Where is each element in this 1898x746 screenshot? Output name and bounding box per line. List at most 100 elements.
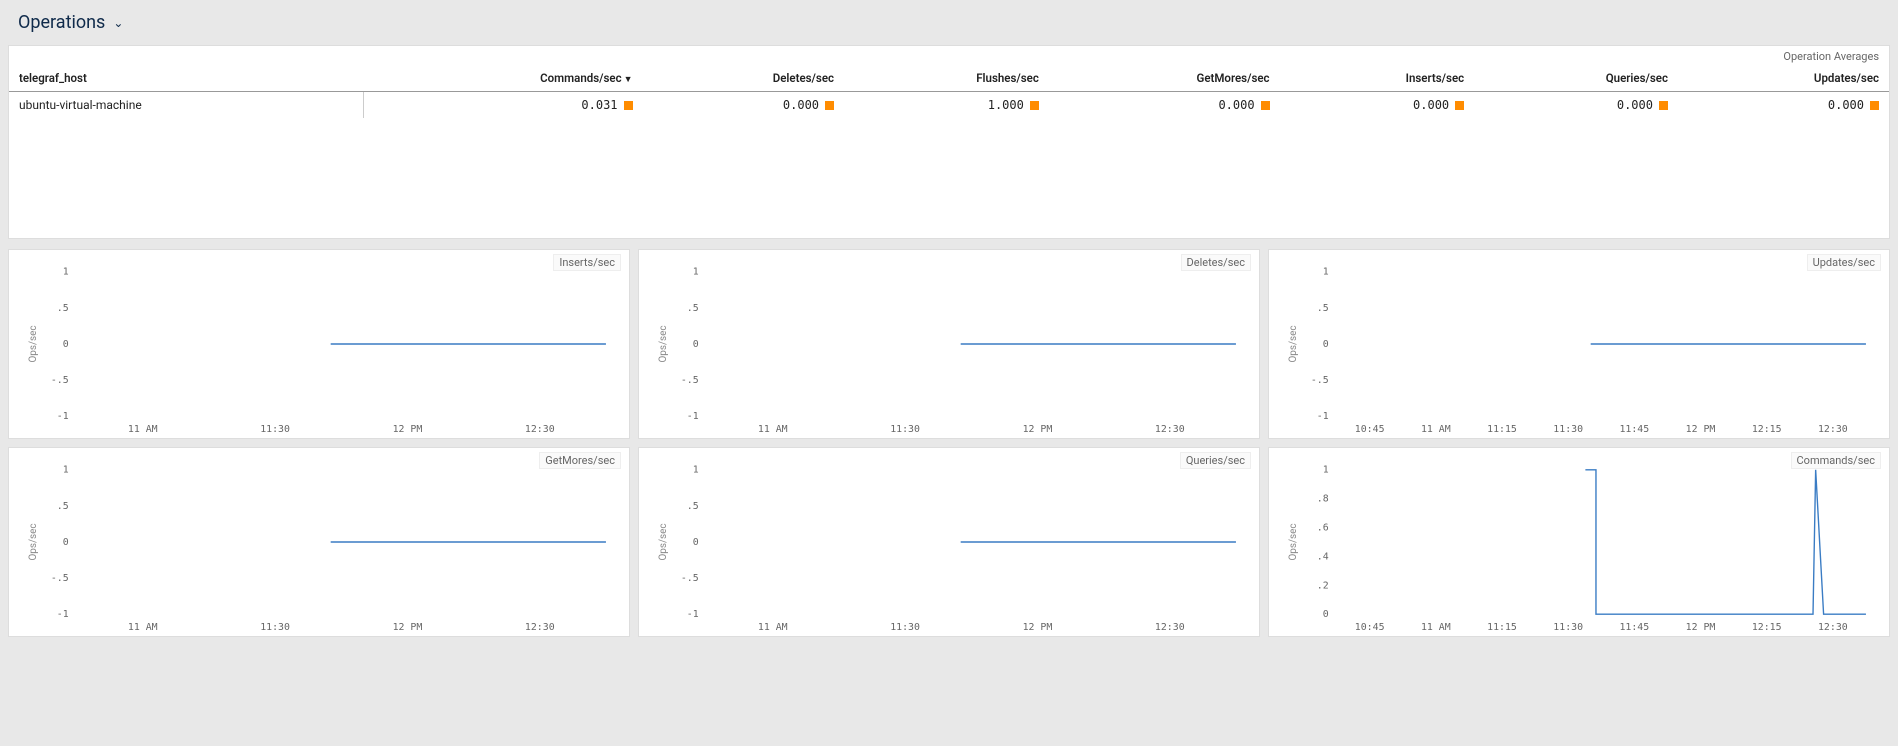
chart-title: Commands/sec <box>1791 452 1881 469</box>
y-tick-label: 0 <box>1323 609 1329 620</box>
chart-title: GetMores/sec <box>539 452 621 469</box>
x-tick-label: 11:30 <box>890 424 920 435</box>
data-series-line <box>1585 470 1866 614</box>
y-tick-label: .2 <box>1317 580 1329 591</box>
chart-card[interactable]: Deletes/secOps/sec-1-.50.5111 AM11:3012 … <box>638 249 1260 439</box>
y-tick-label: -1 <box>57 411 69 422</box>
y-tick-label: -.5 <box>51 573 69 584</box>
y-tick-label: .5 <box>1317 303 1329 314</box>
x-tick-label: 12:15 <box>1752 622 1782 633</box>
column-header[interactable]: Flushes/sec <box>844 65 1049 92</box>
charts-grid: Inserts/sec Ops/sec -1 -.5 0 .5 1 11 AM 11:30 12 … <box>0 249 1898 645</box>
chart-card[interactable]: Updates/secOps/sec-1-.50.5110:4511 AM11:… <box>1268 249 1890 439</box>
chart-title: Queries/sec <box>1180 452 1251 469</box>
chart-card[interactable]: Inserts/secOps/sec-1-.50.5111 AM11:3012 … <box>8 249 630 439</box>
chart-card[interactable]: Commands/secOps/sec0.2.4.6.8110:4511 AM1… <box>1268 447 1890 637</box>
column-header[interactable]: Updates/sec <box>1678 65 1889 92</box>
cell-value: 0.000 <box>1280 92 1475 119</box>
x-tick-label: 11 AM <box>1421 622 1451 633</box>
x-tick-label: 11:15 <box>1487 622 1517 633</box>
chart-title: Inserts/sec <box>553 254 621 271</box>
status-marker-icon <box>1870 101 1879 110</box>
y-tick-label: 1 <box>63 465 69 476</box>
y-tick-label: -.5 <box>51 375 69 386</box>
operations-table-panel: Operation Averages telegraf_hostCommands… <box>8 45 1890 239</box>
y-tick-label: -.5 <box>681 375 699 386</box>
status-marker-icon <box>1659 101 1668 110</box>
y-tick-label: 1 <box>63 267 69 278</box>
status-marker-icon <box>1261 101 1270 110</box>
sort-descending-icon: ▼ <box>624 75 633 85</box>
y-tick-label: 0 <box>1323 339 1329 350</box>
x-tick-label: 12:30 <box>1818 424 1848 435</box>
chart-title: Updates/sec <box>1807 254 1881 271</box>
x-tick-label: 12:30 <box>525 622 555 633</box>
x-tick-label: 10:45 <box>1355 424 1385 435</box>
y-tick-label: -1 <box>1317 411 1329 422</box>
table-row[interactable]: ubuntu-virtual-machine0.0310.0001.0000.0… <box>9 92 1889 119</box>
column-header[interactable]: Deletes/sec <box>643 65 845 92</box>
y-tick-label: 1 <box>1323 267 1329 278</box>
y-tick-label: .5 <box>57 303 69 314</box>
x-tick-label: 11:30 <box>1553 622 1583 633</box>
chart-plot: Ops/sec-1-.50.5111 AM11:3012 PM12:30 <box>639 250 1259 438</box>
y-tick-label: -.5 <box>681 573 699 584</box>
x-tick-label: 12:30 <box>525 424 555 435</box>
x-tick-label: 10:45 <box>1355 622 1385 633</box>
table-header-row: telegraf_hostCommands/sec▼Deletes/secFlu… <box>9 65 1889 92</box>
y-tick-label: -.5 <box>1311 375 1329 386</box>
y-axis-label: Ops/sec <box>658 523 669 560</box>
y-tick-label: -1 <box>687 609 699 620</box>
cell-value: 0.000 <box>1049 92 1280 119</box>
x-tick-label: 12 PM <box>1023 622 1053 633</box>
x-tick-label: 12 PM <box>393 622 423 633</box>
x-tick-label: 12 PM <box>1023 424 1053 435</box>
chart-plot: Ops/sec-1-.50.5111 AM11:3012 PM12:30 <box>9 448 629 636</box>
y-tick-label: .6 <box>1317 523 1329 534</box>
chart-card[interactable]: GetMores/secOps/sec-1-.50.5111 AM11:3012… <box>8 447 630 637</box>
y-tick-label: 1 <box>693 267 699 278</box>
cell-value: 0.000 <box>1474 92 1678 119</box>
column-header[interactable]: telegraf_host <box>9 65 364 92</box>
page-title: Operations <box>18 12 105 33</box>
y-tick-label: .5 <box>687 303 699 314</box>
x-tick-label: 12:30 <box>1155 424 1185 435</box>
x-tick-label: 11:30 <box>890 622 920 633</box>
x-tick-label: 11:15 <box>1487 424 1517 435</box>
cell-value: 0.000 <box>643 92 845 119</box>
x-tick-label: 12:30 <box>1818 622 1848 633</box>
chart-plot: Ops/sec0.2.4.6.8110:4511 AM11:1511:3011:… <box>1269 448 1889 636</box>
chart-card[interactable]: Queries/secOps/sec-1-.50.5111 AM11:3012 … <box>638 447 1260 637</box>
y-tick-label: 0 <box>63 537 69 548</box>
cell-host: ubuntu-virtual-machine <box>9 92 364 119</box>
column-header[interactable]: GetMores/sec <box>1049 65 1280 92</box>
y-tick-label: .4 <box>1317 551 1329 562</box>
y-axis-label: Ops/sec <box>658 325 669 362</box>
y-tick-label: -1 <box>57 609 69 620</box>
y-tick-label: .5 <box>57 501 69 512</box>
y-tick-label: 1 <box>1323 465 1329 476</box>
x-tick-label: 12:15 <box>1752 424 1782 435</box>
chart-title: Deletes/sec <box>1181 254 1251 271</box>
x-tick-label: 11 AM <box>758 622 788 633</box>
x-tick-label: 12 PM <box>1686 622 1716 633</box>
x-tick-label: 12 PM <box>1686 424 1716 435</box>
cell-value: 0.031 <box>364 92 643 119</box>
column-header[interactable]: Inserts/sec <box>1280 65 1475 92</box>
cell-value: 0.000 <box>1678 92 1889 119</box>
column-header[interactable]: Queries/sec <box>1474 65 1678 92</box>
status-marker-icon <box>1455 101 1464 110</box>
column-header[interactable]: Commands/sec▼ <box>364 65 643 92</box>
y-tick-label: 0 <box>693 339 699 350</box>
x-tick-label: 11 AM <box>128 622 158 633</box>
x-tick-label: 11:30 <box>1553 424 1583 435</box>
status-marker-icon <box>624 101 633 110</box>
x-tick-label: 11:30 <box>260 622 290 633</box>
operations-table: telegraf_hostCommands/sec▼Deletes/secFlu… <box>9 65 1889 118</box>
x-tick-label: 12 PM <box>393 424 423 435</box>
y-axis-label: Ops/sec <box>28 325 39 362</box>
y-tick-label: 0 <box>693 537 699 548</box>
x-tick-label: 11 AM <box>1421 424 1451 435</box>
x-tick-label: 11:45 <box>1619 424 1649 435</box>
panel-header[interactable]: Operations ⌄ <box>0 0 1898 45</box>
